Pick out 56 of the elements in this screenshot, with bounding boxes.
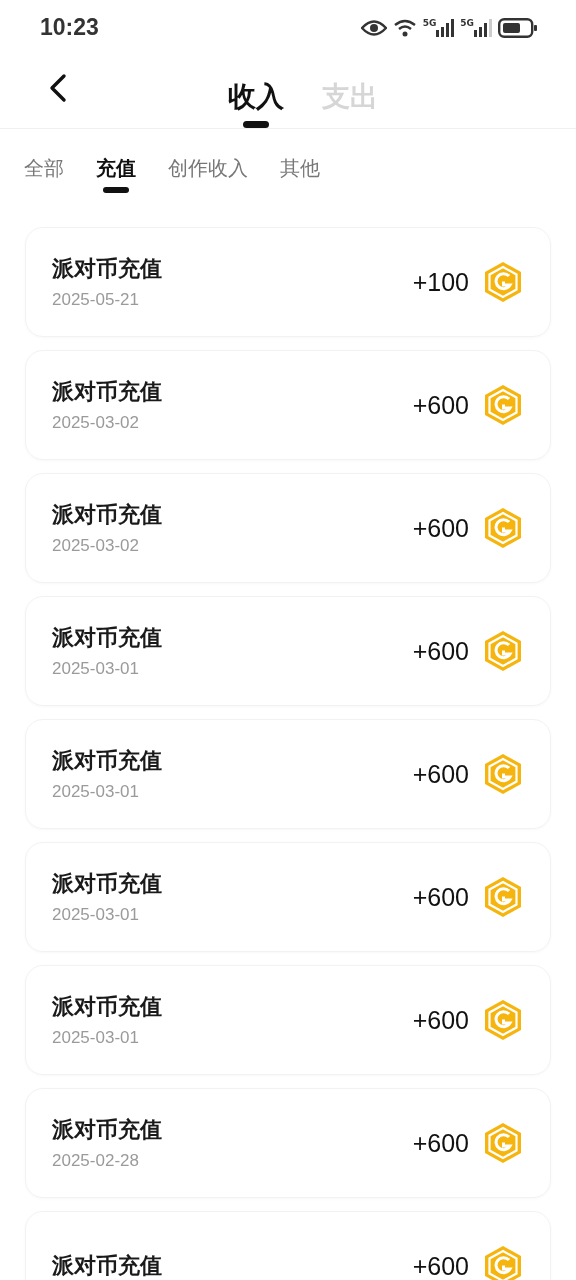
- coin-icon: [484, 384, 522, 426]
- record-title: 派对币充值: [52, 378, 163, 406]
- coin-icon: [484, 630, 522, 672]
- record-date: 2025-03-01: [52, 905, 140, 925]
- record-card[interactable]: 派对币充值 2025-02-28 +600: [25, 1088, 551, 1198]
- record-card[interactable]: 派对币充值 +600: [25, 1211, 551, 1280]
- record-title: 派对币充值: [52, 255, 163, 283]
- record-card[interactable]: 派对币充值 2025-03-01 +600: [25, 596, 551, 706]
- record-date: 2025-03-02: [52, 413, 140, 433]
- record-title: 派对币充值: [52, 747, 163, 775]
- record-title: 派对币充值: [52, 870, 163, 898]
- record-card[interactable]: 派对币充值 2025-03-01 +600: [25, 719, 551, 829]
- record-date: 2025-03-01: [52, 782, 140, 802]
- record-amount: +600: [412, 390, 469, 420]
- filter-tab[interactable]: 创作收入: [158, 147, 258, 189]
- record-card[interactable]: 派对币充值 2025-03-02 +600: [25, 473, 551, 583]
- record-title: 派对币充值: [52, 624, 163, 652]
- record-title: 派对币充值: [52, 501, 163, 529]
- record-amount: +600: [412, 636, 469, 666]
- record-amount: +600: [412, 1251, 469, 1280]
- record-amount: +600: [412, 513, 469, 543]
- tab[interactable]: 收入: [214, 55, 298, 128]
- record-amount: +600: [412, 759, 469, 789]
- record-card[interactable]: 派对币充值 2025-03-01 +600: [25, 842, 551, 952]
- record-amount: +600: [412, 882, 469, 912]
- record-date: 2025-02-28: [52, 1151, 140, 1171]
- wifi-icon: [392, 17, 417, 38]
- record-date: 2025-03-02: [52, 536, 140, 556]
- record-amount: +600: [412, 1128, 469, 1158]
- record-date: 2025-05-21: [52, 290, 140, 310]
- record-card[interactable]: 派对币充值 2025-03-01 +600: [25, 965, 551, 1075]
- eye-icon: [360, 18, 387, 37]
- filter-tab[interactable]: 全部: [14, 147, 74, 189]
- record-title: 派对币充值: [52, 1116, 163, 1144]
- network-label: 5G: [422, 18, 437, 28]
- signal-icon: [436, 18, 455, 37]
- coin-icon: [484, 753, 522, 795]
- coin-icon: [484, 261, 522, 303]
- signal-icon: [474, 18, 492, 37]
- record-amount: +100: [412, 267, 469, 297]
- record-card[interactable]: 派对币充值 2025-03-02 +600: [25, 350, 551, 460]
- record-title: 派对币充值: [52, 1252, 163, 1280]
- coin-icon: [484, 876, 522, 918]
- network-label: 5G: [460, 18, 474, 28]
- battery-icon: [498, 17, 538, 38]
- back-icon[interactable]: [48, 73, 68, 103]
- record-date: 2025-03-01: [52, 1028, 140, 1048]
- coin-icon: [484, 1122, 522, 1164]
- record-amount: +600: [412, 1005, 469, 1035]
- record-date: 2025-03-01: [52, 659, 140, 679]
- record-card[interactable]: 派对币充值 2025-05-21 +100: [25, 227, 551, 337]
- filter-tab[interactable]: 其他: [270, 147, 330, 189]
- record-title: 派对币充值: [52, 993, 163, 1021]
- status-time: 10:23: [40, 14, 99, 41]
- coin-icon: [484, 999, 522, 1041]
- coin-icon: [484, 507, 522, 549]
